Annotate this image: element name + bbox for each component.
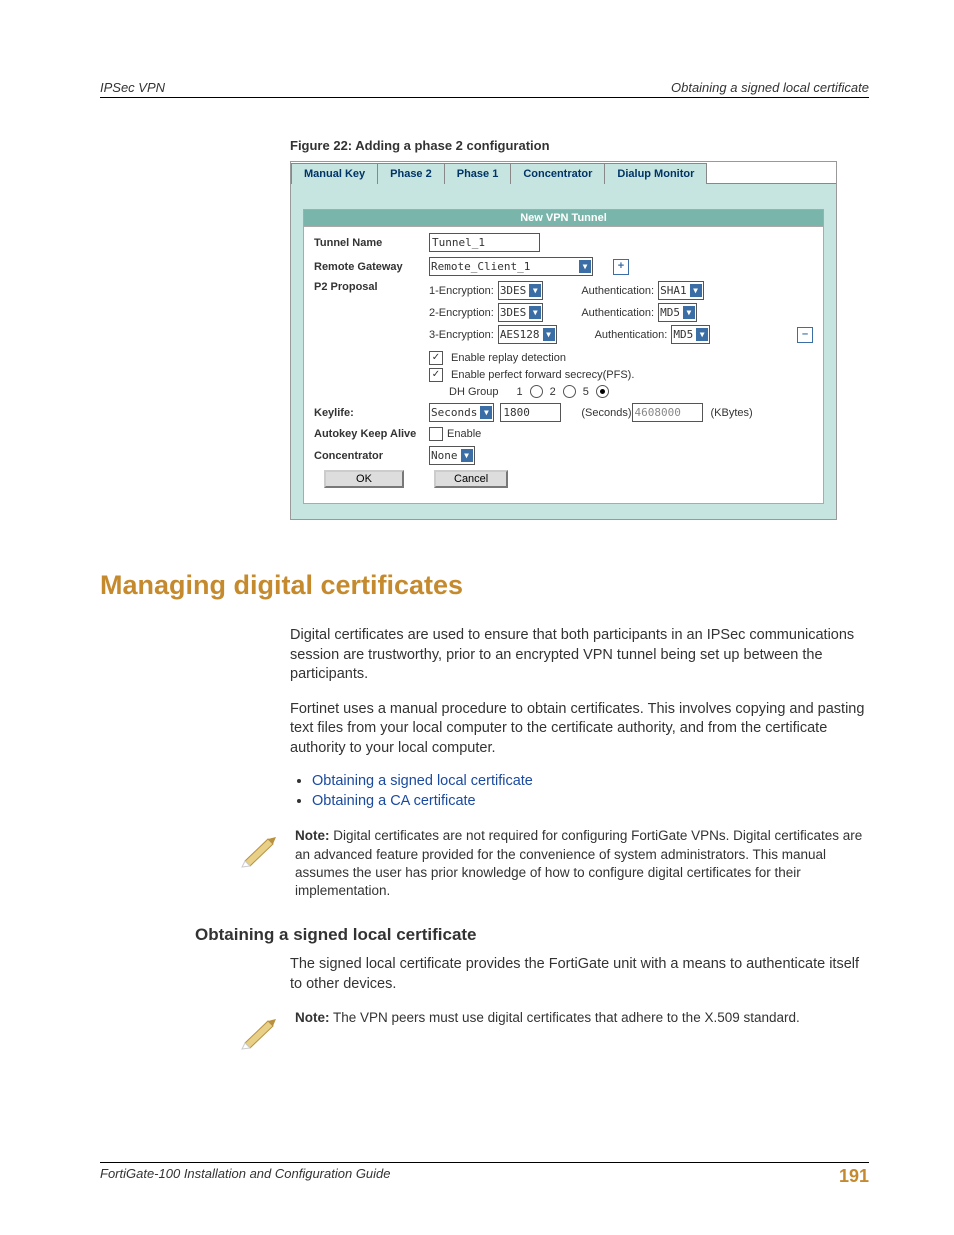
auth2-label: Authentication: (581, 307, 654, 319)
new-vpn-tunnel-panel: New VPN Tunnel Tunnel Name Tunnel_1 Remo… (303, 209, 824, 504)
label-autokey: Autokey Keep Alive (314, 428, 429, 440)
ok-button[interactable]: OK (324, 470, 404, 488)
paragraph-3: The signed local certificate provides th… (290, 955, 869, 994)
paragraph-1: Digital certificates are used to ensure … (290, 626, 869, 685)
note-1: Note: Digital certificates are not requi… (295, 827, 869, 900)
enc2-select[interactable]: 3DES▼ (498, 303, 544, 322)
link-list: Obtaining a signed local certificate Obt… (290, 773, 869, 809)
enc1-select[interactable]: 3DES▼ (498, 281, 544, 300)
chevron-down-icon: ▼ (579, 260, 591, 273)
dh2-radio[interactable] (563, 385, 576, 398)
dh5-radio[interactable] (596, 385, 609, 398)
keylife-kbytes-input[interactable]: 4608000 (632, 403, 703, 422)
enc3-label: 3-Encryption: (429, 329, 494, 341)
pfs-label: Enable perfect forward secrecy(PFS). (451, 369, 634, 381)
replay-label: Enable replay detection (451, 352, 566, 364)
auth3-label: Authentication: (595, 329, 668, 341)
keylife-seconds-input[interactable]: 1800 (500, 403, 561, 422)
panel-title: New VPN Tunnel (304, 210, 823, 227)
section-heading: Managing digital certificates (100, 570, 869, 601)
figure-caption: Figure 22: Adding a phase 2 configuratio… (290, 138, 869, 153)
link-ca-cert[interactable]: Obtaining a CA certificate (312, 793, 476, 809)
dh1-radio[interactable] (530, 385, 543, 398)
auth3-select[interactable]: MD5▼ (671, 325, 710, 344)
keylife-kb-label: (KBytes) (711, 407, 753, 419)
label-remote-gateway: Remote Gateway (314, 261, 429, 273)
keylife-unit-select[interactable]: Seconds▼ (429, 403, 494, 422)
tab-row: Manual Key Phase 2 Phase 1 Concentrator … (291, 162, 836, 184)
note-icon (240, 827, 280, 872)
dhgroup-label: DH Group (449, 386, 499, 398)
enc2-label: 2-Encryption: (429, 307, 494, 319)
autokey-checkbox[interactable] (429, 427, 443, 441)
plus-icon[interactable]: + (613, 259, 629, 275)
label-keylife: Keylife: (314, 407, 429, 419)
chevron-down-icon: ▼ (529, 284, 541, 297)
pfs-checkbox[interactable]: ✓ (429, 368, 443, 382)
page-header: IPSec VPN Obtaining a signed local certi… (100, 80, 869, 98)
cancel-button[interactable]: Cancel (434, 470, 508, 488)
autokey-enable-label: Enable (447, 428, 481, 440)
tab-dialup-monitor[interactable]: Dialup Monitor (605, 163, 707, 184)
footer-title: FortiGate-100 Installation and Configura… (100, 1166, 391, 1187)
chevron-down-icon: ▼ (461, 449, 473, 462)
tab-manual-key[interactable]: Manual Key (291, 163, 378, 184)
label-p2-proposal: P2 Proposal (314, 281, 429, 293)
enc3-select[interactable]: AES128▼ (498, 325, 557, 344)
tab-phase-1[interactable]: Phase 1 (445, 163, 512, 184)
page-number: 191 (839, 1166, 869, 1187)
tunnel-name-input[interactable]: Tunnel_1 (429, 233, 540, 252)
chevron-down-icon: ▼ (480, 406, 492, 419)
link-signed-local-cert[interactable]: Obtaining a signed local certificate (312, 773, 533, 789)
auth1-label: Authentication: (581, 285, 654, 297)
paragraph-2: Fortinet uses a manual procedure to obta… (290, 700, 869, 759)
page-footer: FortiGate-100 Installation and Configura… (100, 1162, 869, 1187)
auth1-select[interactable]: SHA1▼ (658, 281, 704, 300)
keylife-sec-label: (Seconds) (581, 407, 631, 419)
phase2-config-screenshot: Manual Key Phase 2 Phase 1 Concentrator … (290, 161, 837, 520)
chevron-down-icon: ▼ (696, 328, 708, 341)
subsection-heading: Obtaining a signed local certificate (195, 925, 869, 945)
chevron-down-icon: ▼ (690, 284, 702, 297)
tab-concentrator[interactable]: Concentrator (511, 163, 605, 184)
auth2-select[interactable]: MD5▼ (658, 303, 697, 322)
chevron-down-icon: ▼ (683, 306, 695, 319)
enc1-label: 1-Encryption: (429, 285, 494, 297)
header-left: IPSec VPN (100, 80, 165, 95)
header-right: Obtaining a signed local certificate (671, 80, 869, 95)
concentrator-select[interactable]: None▼ (429, 446, 475, 465)
minus-icon[interactable]: – (797, 327, 813, 343)
note-icon (240, 1009, 280, 1054)
tab-phase-2[interactable]: Phase 2 (378, 163, 445, 184)
chevron-down-icon: ▼ (529, 306, 541, 319)
replay-checkbox[interactable]: ✓ (429, 351, 443, 365)
label-tunnel-name: Tunnel Name (314, 237, 429, 249)
chevron-down-icon: ▼ (543, 328, 555, 341)
note-2: Note: The VPN peers must use digital cer… (295, 1009, 800, 1027)
label-concentrator: Concentrator (314, 450, 429, 462)
remote-gateway-select[interactable]: Remote_Client_1▼ (429, 257, 593, 276)
